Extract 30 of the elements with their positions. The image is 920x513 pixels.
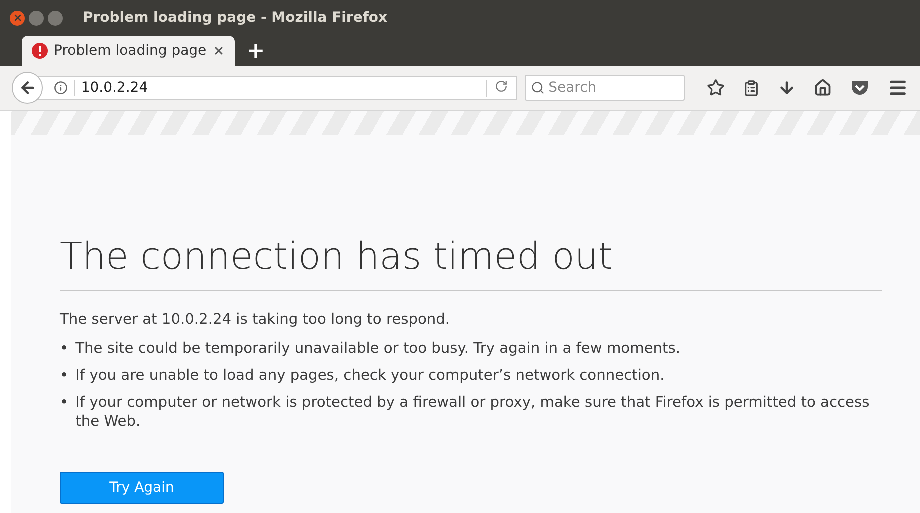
reload-icon[interactable] [494,80,508,92]
new-tab-button[interactable]: + [246,38,266,64]
error-hint: If your computer or network is protected by a firewall or proxy, make sure that Firefox is permitted to access the Web. [76,394,871,432]
clipboard-icon[interactable] [742,80,760,96]
bullet-mark: • [60,366,69,386]
bullet-mark: • [60,340,69,359]
address-field[interactable]: 10.0.2.24 [37,76,517,100]
error-summary: The server at 10.0.2.24 is taking too long to respond. [60,311,452,328]
error-icon [32,43,48,59]
error-hint: If you are unable to load any pages, check your computer’s network connection. [76,366,665,386]
tab-title: Problem loading page [54,43,207,59]
star-icon[interactable] [706,79,725,97]
home-icon[interactable] [814,79,832,97]
window-title: Problem loading page - Mozilla Firefox [83,10,388,26]
close-icon [12,13,22,23]
error-heading: The connection has timed out [60,235,882,291]
close-tab-icon[interactable] [212,45,225,57]
error-hint: The site could be temporarily unavailable or too busy. Try again in a few moments. [76,340,681,359]
browser-tab[interactable]: Problem loading page [22,36,235,66]
info-icon[interactable] [54,81,68,95]
back-button[interactable] [12,72,44,104]
search-field[interactable]: Search [524,75,685,101]
close-button[interactable] [10,10,25,26]
pocket-icon[interactable] [850,79,870,97]
menu-icon[interactable] [888,78,908,98]
search-icon [530,81,545,95]
minimize-button[interactable] [29,10,44,26]
download-icon[interactable] [778,79,796,97]
bullet-mark: • [60,394,69,413]
maximize-button[interactable] [48,10,63,26]
